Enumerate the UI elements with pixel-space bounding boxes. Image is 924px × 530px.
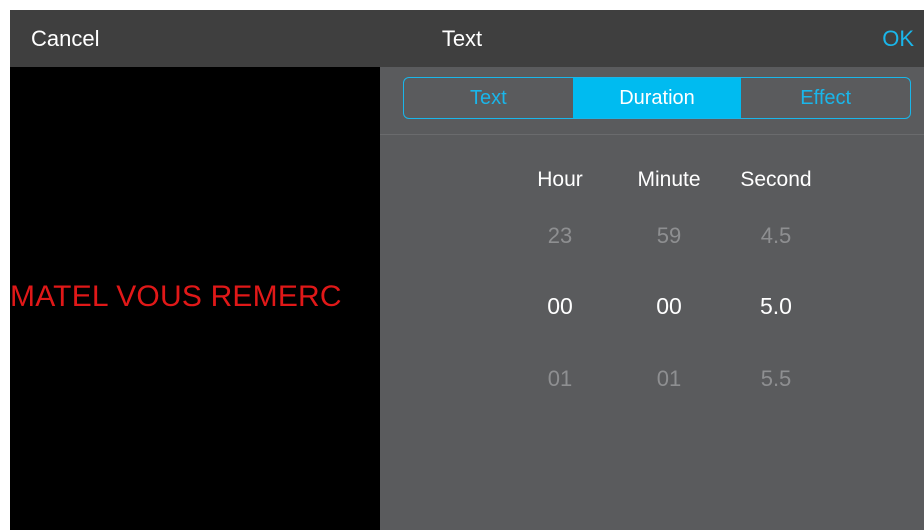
second-selected-value[interactable]: 5.0 [726,293,826,320]
hour-label: Hour [537,168,583,191]
duration-picker: Hour 23 00 01 Minute 59 00 01 Second 4.5… [380,67,924,530]
text-editor-screen: Cancel Text OK MATEL VOUS REMERC Text Du… [10,10,924,530]
second-next-value[interactable]: 5.5 [726,366,826,392]
minute-selected-value[interactable]: 00 [619,293,719,320]
second-label: Second [740,168,812,191]
hour-next-value[interactable]: 01 [510,366,610,392]
minute-prev-value[interactable]: 59 [619,223,719,249]
text-preview: MATEL VOUS REMERC [10,67,380,530]
settings-panel: Text Duration Effect Hour 23 00 01 Minut… [380,67,924,530]
top-bar: Cancel Text OK [10,10,924,67]
scrolling-text-preview: MATEL VOUS REMERC [10,280,342,313]
second-prev-value[interactable]: 4.5 [726,223,826,249]
ok-button[interactable]: OK [882,26,914,52]
hour-selected-value[interactable]: 00 [510,293,610,320]
minute-label: Minute [637,168,701,191]
hour-prev-value[interactable]: 23 [510,223,610,249]
page-title: Text [441,26,483,51]
minute-next-value[interactable]: 01 [619,366,719,392]
